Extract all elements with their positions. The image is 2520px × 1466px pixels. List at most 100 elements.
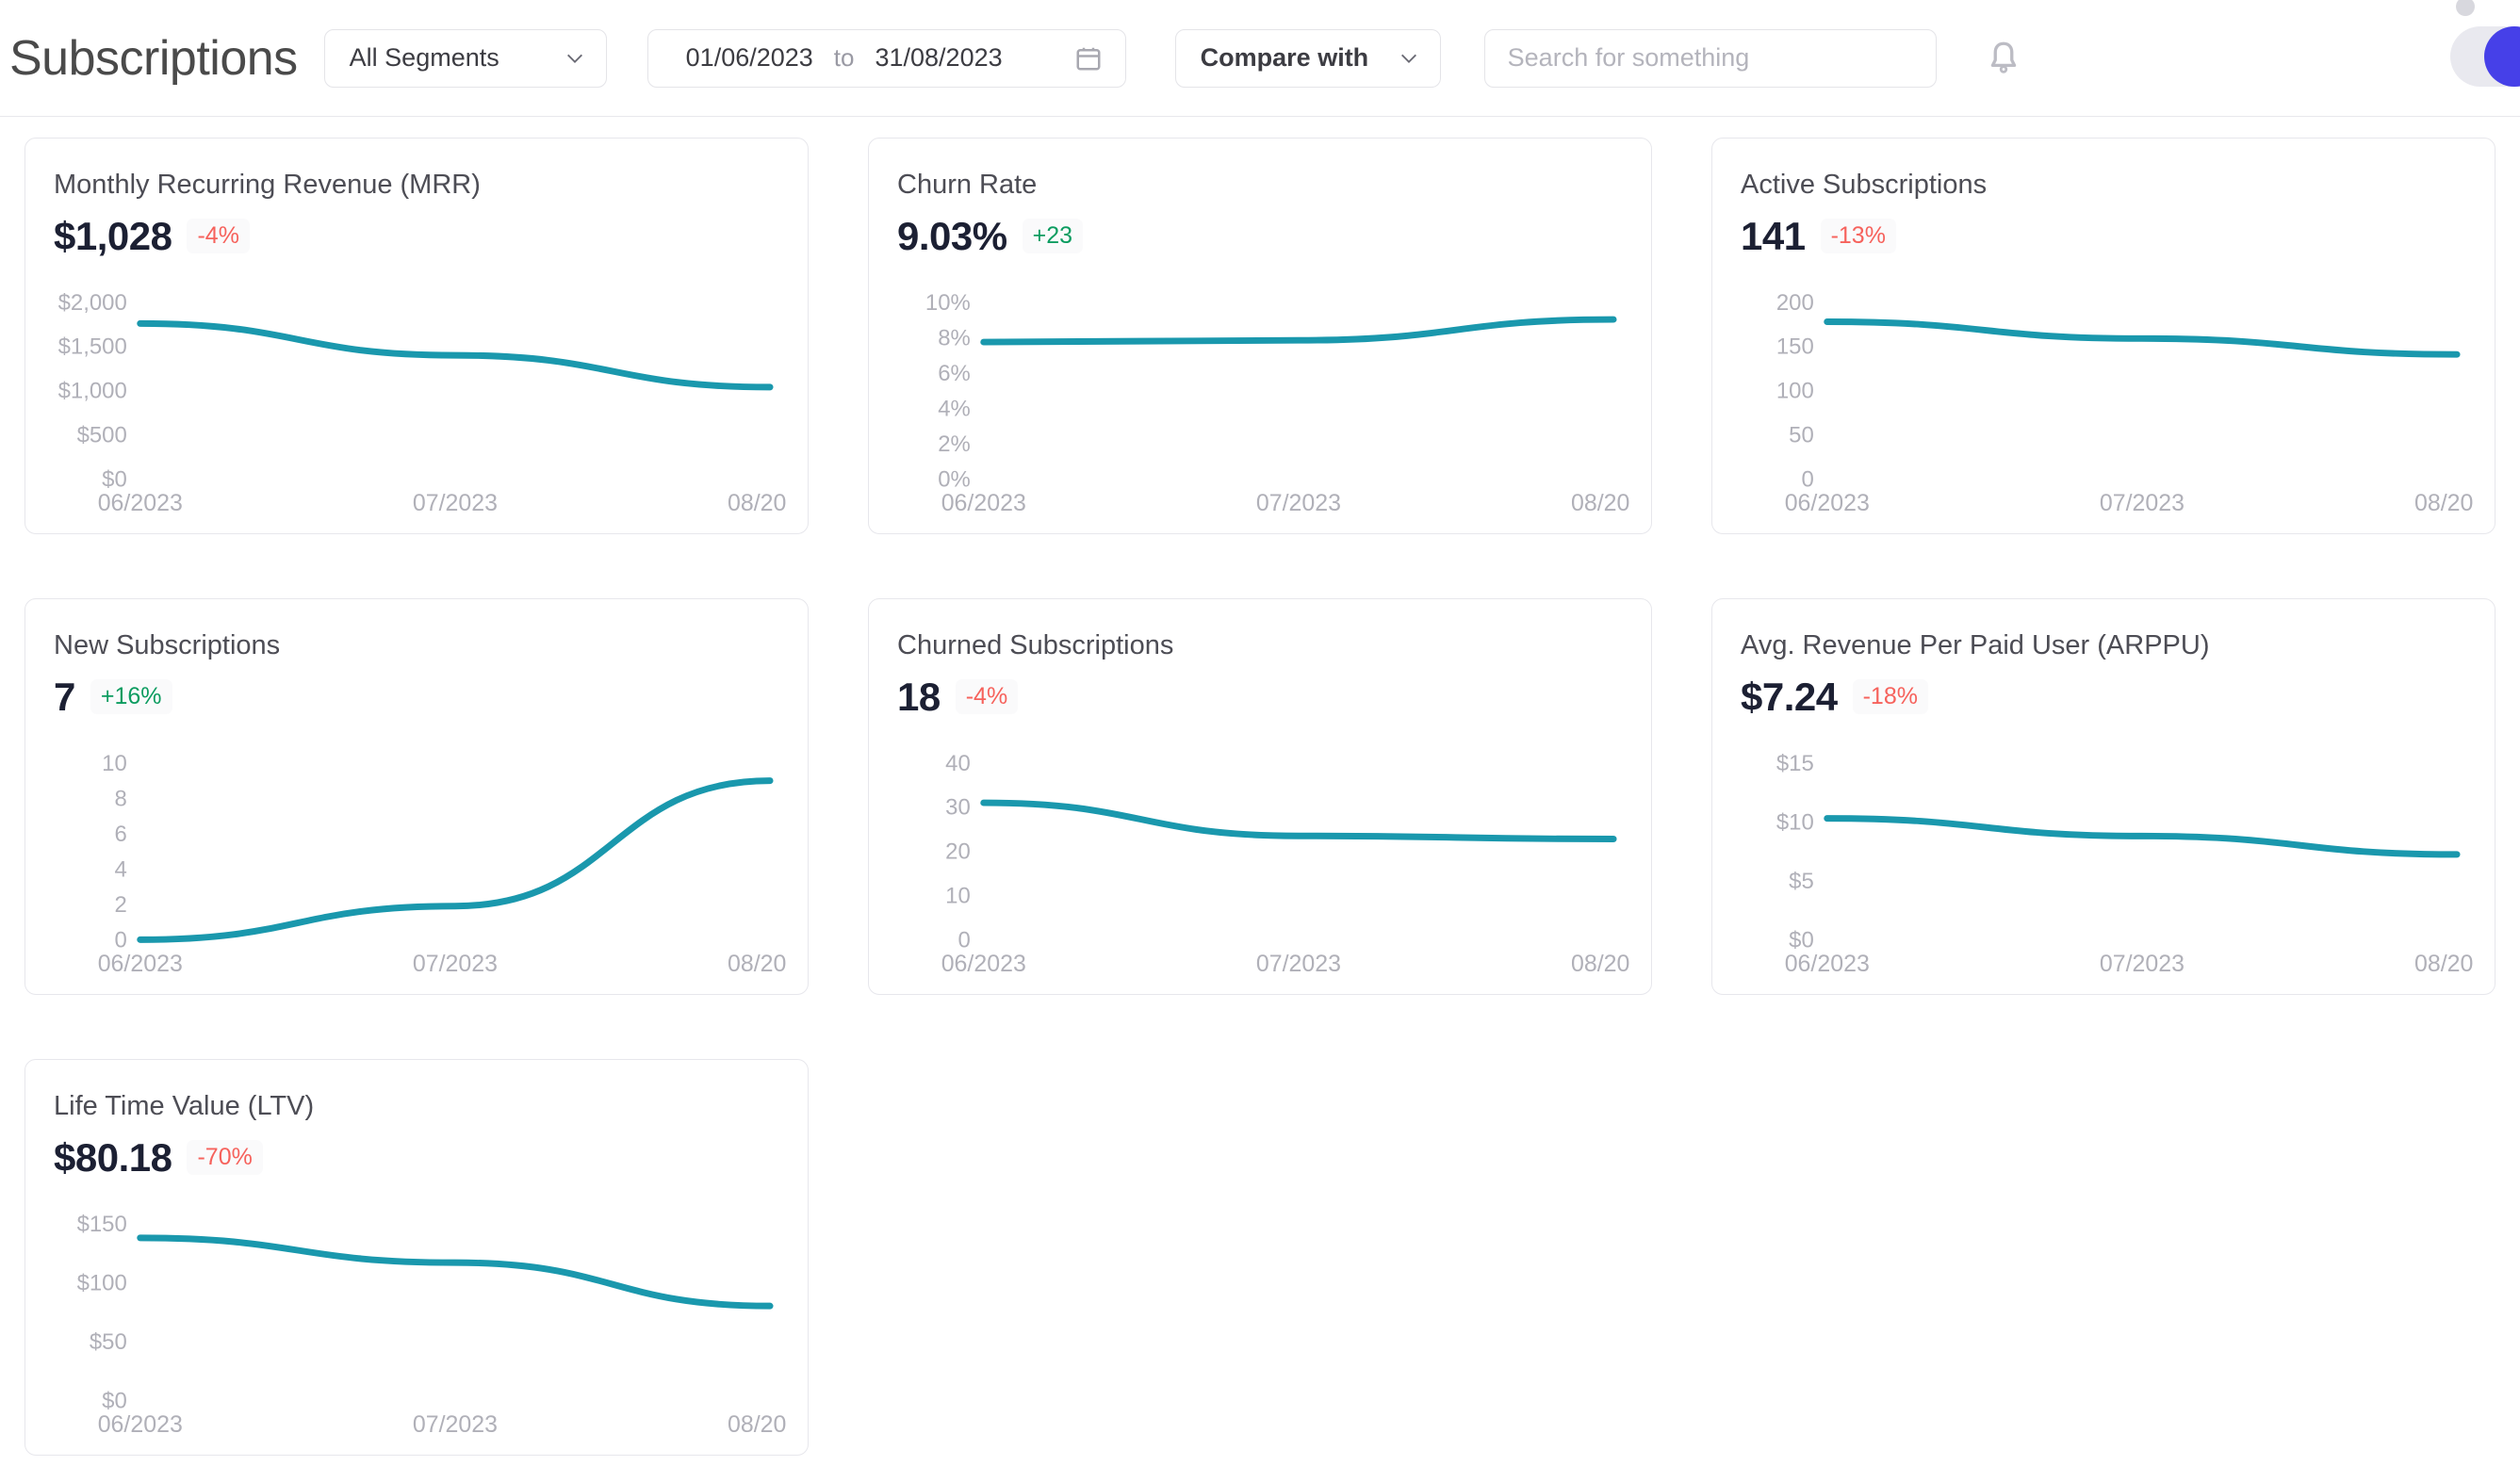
y-axis-tick: $15 (1776, 751, 1814, 776)
x-axis-tick: 06/2023 (1785, 490, 1870, 516)
x-axis-tick: 07/2023 (1256, 490, 1341, 516)
sparkline-chart-ltv: $0 $50 $100 $150 06/2023 07/2023 08/2023 (54, 1211, 787, 1442)
sparkline-chart-churn-rate: 0% 2% 4% 6% 8% 10% 06/2023 07/2023 08/2023 (897, 289, 1630, 520)
x-axis-tick: 07/2023 (413, 490, 498, 516)
metric-card-arppu[interactable]: Avg. Revenue Per Paid User (ARPPU) $7.24-… (1711, 598, 2495, 995)
x-axis-tick: 08/2023 (1571, 951, 1630, 977)
compare-with-label: Compare with (1200, 43, 1369, 72)
y-axis-tick: 20 (945, 839, 971, 865)
status-badge: +16% (90, 679, 172, 715)
y-axis-tick: $0 (102, 1388, 127, 1413)
date-range-to: 31/08/2023 (875, 43, 1003, 72)
y-axis-tick: 40 (945, 751, 971, 776)
card-title: Life Time Value (LTV) (54, 1091, 315, 1121)
status-badge: -18% (1852, 679, 1928, 715)
series-line (1824, 318, 2461, 358)
y-axis-tick: 0% (938, 466, 971, 492)
x-axis-tick: 07/2023 (2100, 490, 2185, 516)
card-value-row: 9.03% +23 (897, 213, 1630, 258)
avatar-face (2484, 26, 2520, 87)
dashboard-grid: Monthly Recurring Revenue (MRR) $1,028 -4%… (0, 117, 2520, 1456)
card-value: 141 (1741, 213, 1806, 258)
sparkline-chart-arppu: $0 $5 $10 $15 06/2023 07/2023 08/2023 (1741, 750, 2474, 981)
date-range-separator: to (833, 43, 855, 72)
y-axis-tick: 0 (957, 927, 970, 953)
search-placeholder: Search for something (1507, 43, 1750, 72)
metric-card-churn-rate[interactable]: Churn Rate 9.03% +23 0% 2% 4% 6% 8% 10% 06/2023 07… (868, 138, 1652, 534)
y-axis-tick: $10 (1776, 809, 1814, 835)
page-title: Subscriptions (9, 30, 298, 86)
date-range-picker[interactable]: 01/06/2023 to 31/08/2023 (646, 28, 1126, 88)
search-input[interactable]: Search for something (1483, 28, 1937, 88)
series-line (137, 777, 774, 943)
sparkline-chart-active-subscriptions: 0 50 100 150 200 06/2023 07/2023 08/2023 (1741, 289, 2474, 520)
y-axis-tick: $50 (90, 1329, 127, 1355)
card-value-row: $7.24 -18% (1741, 674, 2474, 719)
y-axis-tick: 2% (938, 432, 971, 457)
card-value-row: 18 -4% (897, 674, 1630, 719)
x-axis-tick: 06/2023 (98, 490, 183, 516)
y-axis-tick: 10 (945, 883, 971, 908)
y-axis-tick: 200 (1776, 290, 1814, 316)
bell-icon[interactable] (1984, 37, 2023, 80)
y-axis-tick: 50 (1789, 422, 1814, 448)
x-axis-tick: 08/2023 (1571, 490, 1630, 516)
metric-card-new-subscriptions[interactable]: New Subscriptions 7 +16% 0 2 4 6 8 10 06/2023 07/2… (25, 598, 809, 995)
x-axis-tick: 08/2023 (728, 490, 787, 516)
x-axis-tick: 07/2023 (413, 951, 498, 977)
status-badge: -4% (955, 679, 1019, 715)
series-line (980, 799, 1617, 842)
metric-card-ltv[interactable]: Life Time Value (LTV) $80.18 -70% $0 $50 $100… (25, 1059, 809, 1456)
card-value-row: $80.18 -70% (54, 1134, 787, 1180)
x-axis-tick: 06/2023 (1785, 951, 1870, 977)
sparkline-chart-mrr: $0 $500 $1,000 $1,500 $2,000 06/2023 07/2023 08… (54, 289, 787, 520)
series-line (1824, 815, 2461, 858)
series-line (980, 316, 1617, 346)
x-axis-tick: 07/2023 (2100, 951, 2185, 977)
sparkline-chart-churned-subscriptions: 0 10 20 30 40 06/2023 07/2023 08/2023 (897, 750, 1630, 981)
series-line (137, 1234, 774, 1310)
y-axis-tick: 6% (938, 361, 971, 386)
status-badge: +23 (1022, 219, 1084, 254)
card-value: $7.24 (1741, 674, 1838, 719)
segments-select[interactable]: All Segments (323, 28, 607, 88)
x-axis-tick: 08/2023 (728, 951, 787, 977)
card-value-row: $1,028 -4% (54, 213, 787, 258)
compare-with-select[interactable]: Compare with (1174, 28, 1441, 88)
card-title: New Subscriptions (54, 630, 281, 660)
card-value-row: 141 -13% (1741, 213, 2474, 258)
metric-card-mrr[interactable]: Monthly Recurring Revenue (MRR) $1,028 -4%… (25, 138, 809, 534)
calendar-icon (1074, 43, 1103, 73)
card-value: 18 (897, 674, 941, 719)
sparkline-chart-new-subscriptions: 0 2 4 6 8 10 06/2023 07/2023 08/2023 (54, 750, 787, 981)
card-title: Monthly Recurring Revenue (MRR) (54, 170, 481, 200)
y-axis-tick: $0 (102, 466, 127, 492)
avatar-status-dot (2456, 0, 2475, 16)
card-value: $80.18 (54, 1134, 172, 1180)
chevron-down-icon (1399, 48, 1419, 69)
app-header: Subscriptions All Segments 01/06/2023 to… (0, 0, 2520, 117)
card-value-row: 7 +16% (54, 676, 787, 717)
y-axis-tick: 4% (938, 396, 971, 421)
date-range-from: 01/06/2023 (685, 43, 813, 72)
metric-card-active-subscriptions[interactable]: Active Subscriptions 141 -13% 0 50 100 150 200 0… (1711, 138, 2495, 534)
y-axis-tick: 8 (114, 786, 126, 811)
x-axis-tick: 07/2023 (1256, 951, 1341, 977)
status-badge: -4% (187, 219, 250, 254)
y-axis-tick: 150 (1776, 334, 1814, 360)
metric-card-churned-subscriptions[interactable]: Churned Subscriptions 18 -4% 0 10 20 30 40 06/20… (868, 598, 1652, 995)
y-axis-tick: 4 (114, 856, 126, 882)
y-axis-tick: 100 (1776, 379, 1814, 404)
chevron-down-icon (565, 48, 585, 69)
x-axis-tick: 06/2023 (98, 951, 183, 977)
y-axis-tick: $1,500 (58, 334, 127, 360)
card-value: 9.03% (897, 213, 1007, 258)
card-title: Avg. Revenue Per Paid User (ARPPU) (1741, 630, 2210, 660)
x-axis-tick: 06/2023 (98, 1411, 183, 1438)
avatar[interactable] (2450, 26, 2520, 87)
card-value: $1,028 (54, 213, 172, 258)
x-axis-tick: 06/2023 (941, 490, 1026, 516)
x-axis-tick: 08/2023 (2414, 490, 2474, 516)
y-axis-tick: $150 (77, 1212, 127, 1237)
y-axis-tick: $100 (77, 1270, 127, 1295)
